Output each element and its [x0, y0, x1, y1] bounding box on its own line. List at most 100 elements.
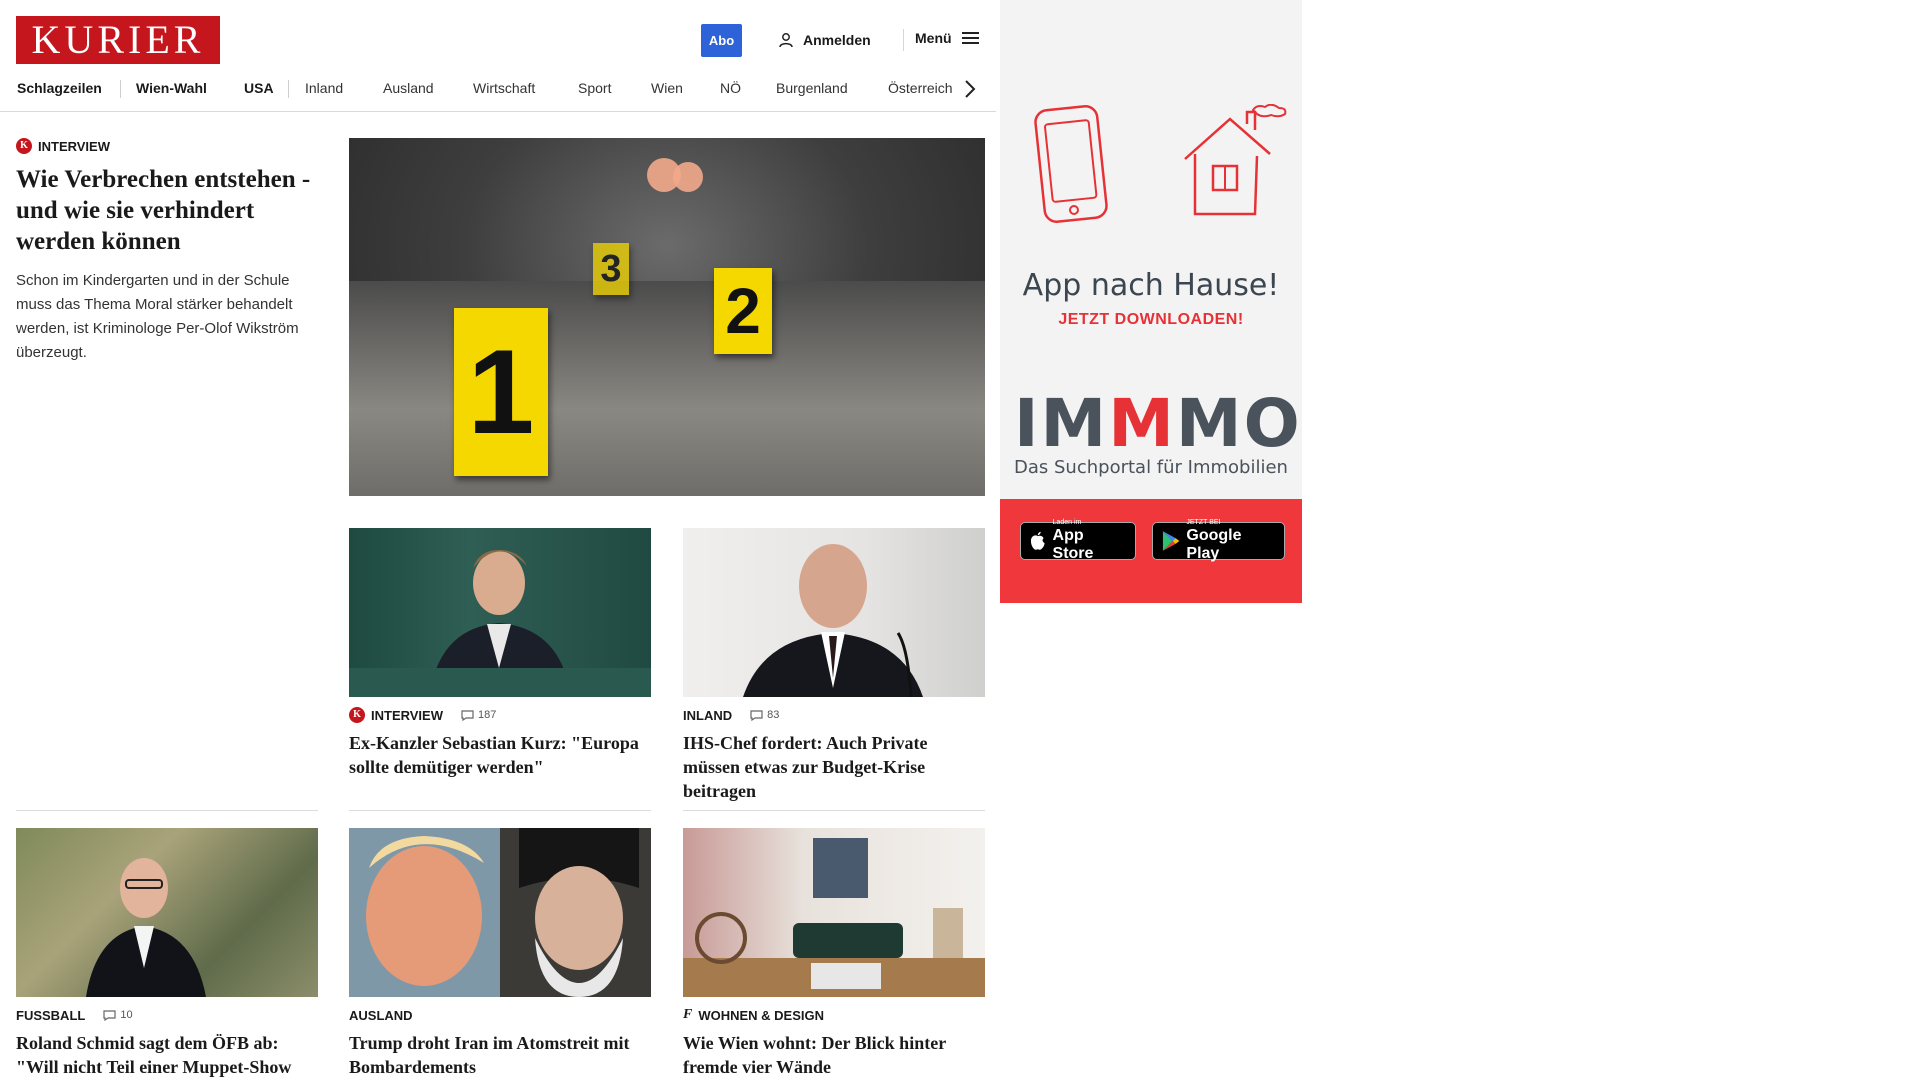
- article-headline[interactable]: Ex-Kanzler Sebastian Kurz: "Europa sollt…: [349, 731, 651, 779]
- google-play-small: JETZT BEI: [1186, 519, 1221, 526]
- login-button[interactable]: Anmelden: [778, 30, 871, 50]
- smartphone-icon: [1034, 105, 1108, 223]
- evidence-marker: 3: [593, 243, 629, 295]
- image-light: [673, 162, 703, 192]
- article-image[interactable]: [349, 528, 651, 697]
- comment-count-value: 83: [767, 709, 780, 721]
- nav-item-inland[interactable]: Inland: [305, 80, 343, 96]
- comment-icon: [461, 709, 474, 721]
- article-card[interactable]: FUSSBALL 10 Roland Schmid sagt dem ÖFB a…: [16, 828, 318, 1080]
- kicker-label: INTERVIEW: [371, 707, 443, 723]
- immmo-logo: IMMMO: [1014, 391, 1300, 457]
- ad-tagline: Das Suchportal für Immobilien: [1014, 457, 1288, 478]
- article-card[interactable]: K INTERVIEW 187 Ex-Kanzler Sebastian Kur…: [349, 528, 651, 779]
- app-store-big: App Store: [1052, 527, 1094, 562]
- lead-article[interactable]: K INTERVIEW Wie Verbrechen entstehen - u…: [16, 138, 318, 365]
- article-card[interactable]: INLAND 83 IHS-Chef fordert: Auch Private…: [683, 528, 985, 803]
- portrait-illustration: [349, 550, 651, 697]
- article-image[interactable]: [16, 828, 318, 997]
- ad-store-panel: Laden im App Store JETZT BEI Google Play: [1000, 499, 1302, 603]
- portrait-illustration: [86, 858, 206, 997]
- article-card[interactable]: AUSLAND Trump droht Iran im Atomstreit m…: [349, 828, 651, 1079]
- user-icon: [779, 33, 793, 48]
- article-kicker: FUSSBALL 10: [16, 1007, 318, 1023]
- immmo-logo-part: IM: [1014, 385, 1109, 462]
- menu-button[interactable]: Menü: [915, 30, 979, 46]
- article-image[interactable]: [683, 828, 985, 997]
- nav-item-burgenland[interactable]: Burgenland: [776, 80, 848, 96]
- nav-item-schlagzeilen[interactable]: Schlagzeilen: [17, 80, 102, 96]
- image-floor: [349, 281, 985, 496]
- house-icon: [1184, 104, 1287, 216]
- divider: [349, 810, 651, 811]
- header-divider: [903, 29, 904, 51]
- comment-count-value: 187: [478, 709, 497, 721]
- nav-item-ausland[interactable]: Ausland: [383, 80, 434, 96]
- article-headline[interactable]: Trump droht Iran im Atomstreit mit Bomba…: [349, 1031, 651, 1079]
- section-nav: Schlagzeilen Wien-Wahl USA Inland Auslan…: [0, 74, 996, 112]
- interior-illustration: [683, 838, 985, 997]
- ad-subline[interactable]: JETZT DOWNLOADEN!: [1000, 311, 1302, 329]
- abo-button[interactable]: Abo: [701, 24, 742, 57]
- comment-count[interactable]: 10: [103, 1009, 133, 1021]
- app-store-text: Laden im App Store: [1053, 519, 1127, 563]
- nav-item-wirtschaft[interactable]: Wirtschaft: [473, 80, 535, 96]
- google-play-icon: [1162, 531, 1180, 551]
- article-kicker: AUSLAND: [349, 1007, 651, 1023]
- portrait-illustration: [743, 544, 923, 697]
- login-label: Anmelden: [803, 32, 871, 48]
- app-store-button[interactable]: Laden im App Store: [1020, 519, 1136, 563]
- split-portrait-illustration: [349, 828, 651, 997]
- nav-item-noe[interactable]: NÖ: [720, 80, 741, 96]
- ad-top-panel: App nach Hause! JETZT DOWNLOADEN! IMMMO …: [1000, 0, 1302, 499]
- comment-icon: [750, 709, 763, 721]
- nav-item-sport[interactable]: Sport: [578, 80, 611, 96]
- lead-kicker: K INTERVIEW: [16, 138, 318, 154]
- kicker-label: INLAND: [683, 707, 733, 723]
- divider: [16, 810, 318, 811]
- comment-icon: [103, 1009, 116, 1021]
- google-play-button[interactable]: JETZT BEI Google Play: [1152, 519, 1285, 562]
- kurier-logo[interactable]: KURIER: [16, 16, 220, 64]
- chevron-right-icon[interactable]: [963, 78, 977, 100]
- article-image[interactable]: [683, 528, 985, 697]
- menu-label: Menü: [915, 30, 952, 46]
- kicker-label: WOHNEN & DESIGN: [698, 1007, 825, 1023]
- wohnen-icon: f: [683, 1007, 693, 1022]
- nav-item-usa[interactable]: USA: [244, 80, 274, 96]
- nav-item-oesterreich[interactable]: Österreich: [888, 80, 953, 96]
- kicker-label: FUSSBALL: [16, 1007, 86, 1023]
- kurier-plus-icon: K: [16, 138, 32, 154]
- apple-icon: [1030, 531, 1045, 550]
- article-kicker: K INTERVIEW 187: [349, 707, 651, 723]
- article-kicker: f WOHNEN & DESIGN: [683, 1007, 985, 1023]
- evidence-marker: 2: [714, 268, 772, 354]
- page: KURIER Abo Anmelden Menü Schlagzeilen Wi…: [0, 0, 996, 1080]
- article-headline[interactable]: Roland Schmid sagt dem ÖFB ab: "Will nic…: [16, 1031, 318, 1080]
- nav-item-wien[interactable]: Wien: [651, 80, 683, 96]
- article-kicker: INLAND 83: [683, 707, 985, 723]
- comment-count-value: 10: [120, 1009, 133, 1021]
- lead-image[interactable]: 3 2 1: [349, 138, 985, 496]
- immmo-advertisement[interactable]: App nach Hause! JETZT DOWNLOADEN! IMMMO …: [1000, 0, 1302, 603]
- nav-item-wien-wahl[interactable]: Wien-Wahl: [136, 80, 207, 96]
- kicker-label: INTERVIEW: [38, 138, 110, 154]
- google-play-big: Google Play: [1186, 527, 1242, 562]
- immmo-logo-part: MO: [1175, 385, 1302, 462]
- divider: [683, 810, 985, 811]
- article-card[interactable]: f WOHNEN & DESIGN Wie Wien wohnt: Der Bl…: [683, 828, 985, 1079]
- nav-separator: [120, 80, 121, 98]
- article-headline[interactable]: Wie Wien wohnt: Der Blick hinter fremde …: [683, 1031, 985, 1079]
- app-store-small: Laden im: [1052, 519, 1082, 526]
- article-headline[interactable]: IHS-Chef fordert: Auch Private müssen et…: [683, 731, 985, 803]
- hamburger-icon: [961, 32, 979, 44]
- comment-count[interactable]: 83: [750, 709, 779, 721]
- evidence-marker: 1: [454, 308, 548, 476]
- lead-headline[interactable]: Wie Verbrechen entstehen - und wie sie v…: [16, 164, 318, 257]
- article-image[interactable]: [349, 828, 651, 997]
- kurier-plus-icon: K: [349, 707, 365, 723]
- ad-headline: App nach Hause!: [1022, 268, 1280, 303]
- lead-teaser: Schon im Kindergarten und in der Schule …: [16, 272, 299, 361]
- kicker-label: AUSLAND: [349, 1007, 413, 1023]
- comment-count[interactable]: 187: [461, 709, 496, 721]
